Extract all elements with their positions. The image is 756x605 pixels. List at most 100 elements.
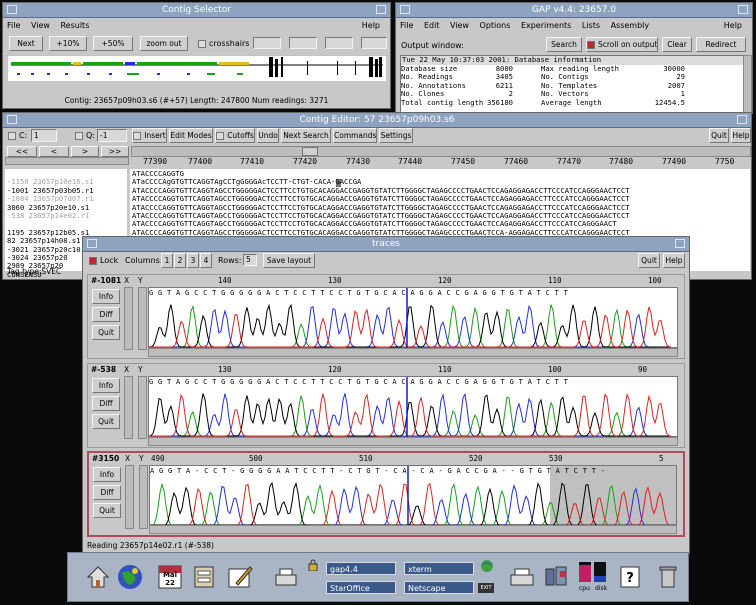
menu-view[interactable]: View xyxy=(31,21,50,30)
trace-quit-button[interactable]: Quit xyxy=(92,325,120,340)
output-scrollbar[interactable] xyxy=(743,55,752,113)
menu-options[interactable]: Options xyxy=(480,21,511,30)
insert-button[interactable]: Insert xyxy=(132,128,167,143)
lock-checkbox[interactable] xyxy=(89,256,97,265)
globe-icon[interactable] xyxy=(116,563,144,591)
window-menu-icon[interactable] xyxy=(7,5,17,14)
info-button[interactable]: Info xyxy=(92,378,120,393)
task-xterm[interactable]: xterm xyxy=(404,562,474,575)
trace-panel[interactable]: #3150 X Y Info Diff Quit AGGTA-CCT-GGGGAATCCTT… xyxy=(87,451,685,537)
info-button[interactable]: Info xyxy=(93,467,121,482)
help-book-icon[interactable]: ? xyxy=(616,563,644,591)
next-search-button[interactable]: Next Search xyxy=(281,128,331,143)
c-selector-icon[interactable] xyxy=(8,131,16,140)
scrollbar-thumb[interactable] xyxy=(302,147,318,156)
menu-view[interactable]: View xyxy=(450,21,469,30)
task-gap[interactable]: gap4.4 xyxy=(326,562,396,575)
traces-titlebar[interactable]: traces xyxy=(83,237,689,252)
menu-file[interactable]: File xyxy=(400,21,413,30)
clear-button[interactable]: Clear xyxy=(662,37,692,52)
scroll-far-left-button[interactable]: << xyxy=(7,146,37,157)
columns-4-button[interactable]: 4 xyxy=(200,253,212,268)
menu-experiments[interactable]: Experiments xyxy=(521,21,571,30)
editor-pen-icon[interactable] xyxy=(226,563,254,591)
task-staroffice[interactable]: StarOffice xyxy=(326,581,396,594)
columns-3-button[interactable]: 3 xyxy=(187,253,199,268)
window-menu-icon[interactable] xyxy=(87,239,97,248)
help-button[interactable]: Help xyxy=(731,128,751,143)
scroll-checkbox[interactable] xyxy=(587,41,595,49)
trace-plot[interactable]: GGTAGCCTGGGGGACTCCTTCCTGTGCACAGGACCGAGGT… xyxy=(148,376,678,438)
position-field-4[interactable] xyxy=(361,37,387,49)
menu-file[interactable]: File xyxy=(7,21,20,30)
trace-plot[interactable]: GGTAGCCTGGGGGACTCCTTCCTGTGCACAGGACCGAGGT… xyxy=(148,287,678,349)
quit-button[interactable]: Quit xyxy=(709,128,729,143)
contig-selector-titlebar[interactable]: Contig Selector xyxy=(3,3,390,18)
reading-name-hidden[interactable]: -1150 23657p10e16.s1 xyxy=(7,177,94,186)
y-scale-slider[interactable] xyxy=(138,287,147,350)
position-field-3[interactable] xyxy=(325,37,353,49)
columns-1-button[interactable]: 1 xyxy=(161,253,173,268)
quit-button[interactable]: Quit xyxy=(638,253,660,268)
lock-toggle[interactable]: Lock xyxy=(89,256,118,265)
menu-help[interactable]: Help xyxy=(362,18,380,33)
diff-button[interactable]: Diff xyxy=(92,396,120,411)
menu-edit[interactable]: Edit xyxy=(424,21,440,30)
menu-lists[interactable]: Lists xyxy=(582,21,600,30)
scroll-far-right-button[interactable]: >> xyxy=(101,146,129,157)
x-scale-slider[interactable] xyxy=(124,376,133,439)
trace-quit-button[interactable]: Quit xyxy=(93,503,121,518)
save-layout-button[interactable]: Save layout xyxy=(263,253,315,268)
contig-editor-titlebar[interactable]: Contig Editor: 57 23657p09h03.s6 xyxy=(3,113,751,128)
maximize-icon[interactable] xyxy=(737,115,747,124)
x-scale-slider[interactable] xyxy=(125,465,134,529)
chromatogram[interactable] xyxy=(150,466,672,528)
q-selector[interactable]: Q: xyxy=(75,131,95,140)
window-menu-icon[interactable] xyxy=(7,115,17,124)
y-scale-slider[interactable] xyxy=(138,376,147,439)
gap-titlebar[interactable]: GAP v4.4: 23657.0 xyxy=(396,3,752,18)
maximize-icon[interactable] xyxy=(376,5,386,14)
help-button[interactable]: Help xyxy=(663,253,685,268)
zoom-50-button[interactable]: +50% xyxy=(93,36,133,51)
lock-icon[interactable] xyxy=(308,559,318,571)
rows-field[interactable]: 5 xyxy=(243,254,257,266)
chromatogram[interactable] xyxy=(149,377,671,438)
home-icon[interactable] xyxy=(84,563,112,591)
reading-name-hidden[interactable]: -1084 23657p07d07.r1 xyxy=(7,194,94,203)
menu-results[interactable]: Results xyxy=(60,21,89,30)
search-button[interactable]: Search xyxy=(546,37,582,52)
maximize-icon[interactable] xyxy=(675,239,685,248)
menu-help[interactable]: Help xyxy=(724,18,742,33)
x-scale-slider[interactable] xyxy=(124,287,133,350)
horizontal-scrollbar[interactable] xyxy=(131,146,751,157)
trace-scrollbar[interactable] xyxy=(148,348,678,357)
scroll-right-button[interactable]: > xyxy=(71,146,99,157)
redirect-button[interactable]: Redirect xyxy=(696,37,746,52)
exit-button[interactable]: EXIT xyxy=(478,583,494,593)
maximize-icon[interactable] xyxy=(738,5,748,14)
contig-overview-plot[interactable] xyxy=(7,55,387,87)
next-button[interactable]: Next xyxy=(9,36,43,51)
file-cabinet-icon[interactable] xyxy=(190,563,218,591)
trace-scrollbar[interactable] xyxy=(149,525,677,534)
settings-button[interactable]: Settings xyxy=(379,128,413,143)
printer-icon[interactable] xyxy=(272,563,300,591)
printer-icon[interactable] xyxy=(508,563,536,591)
zoom-10-button[interactable]: +10% xyxy=(49,36,87,51)
scroll-left-button[interactable]: < xyxy=(39,146,69,157)
c-field[interactable]: 1 xyxy=(31,129,57,142)
trash-icon[interactable] xyxy=(654,563,682,591)
position-field-1[interactable] xyxy=(253,37,281,49)
crosshairs-toggle[interactable]: crosshairs xyxy=(198,39,249,48)
columns-2-button[interactable]: 2 xyxy=(174,253,186,268)
c-selector[interactable]: C: xyxy=(8,131,27,140)
trace-scrollbar[interactable] xyxy=(148,437,678,446)
trace-panel[interactable]: #-538 X Y Info Diff Quit GGTAGCCTGGGGGACTCCTTC… xyxy=(87,363,685,448)
info-button[interactable]: Info xyxy=(92,289,120,304)
chromatogram[interactable] xyxy=(149,288,671,349)
q-selector-icon[interactable] xyxy=(75,131,83,140)
zoom-out-button[interactable]: zoom out xyxy=(140,36,188,51)
undo-button[interactable]: Undo xyxy=(257,128,279,143)
diff-button[interactable]: Diff xyxy=(92,307,120,322)
